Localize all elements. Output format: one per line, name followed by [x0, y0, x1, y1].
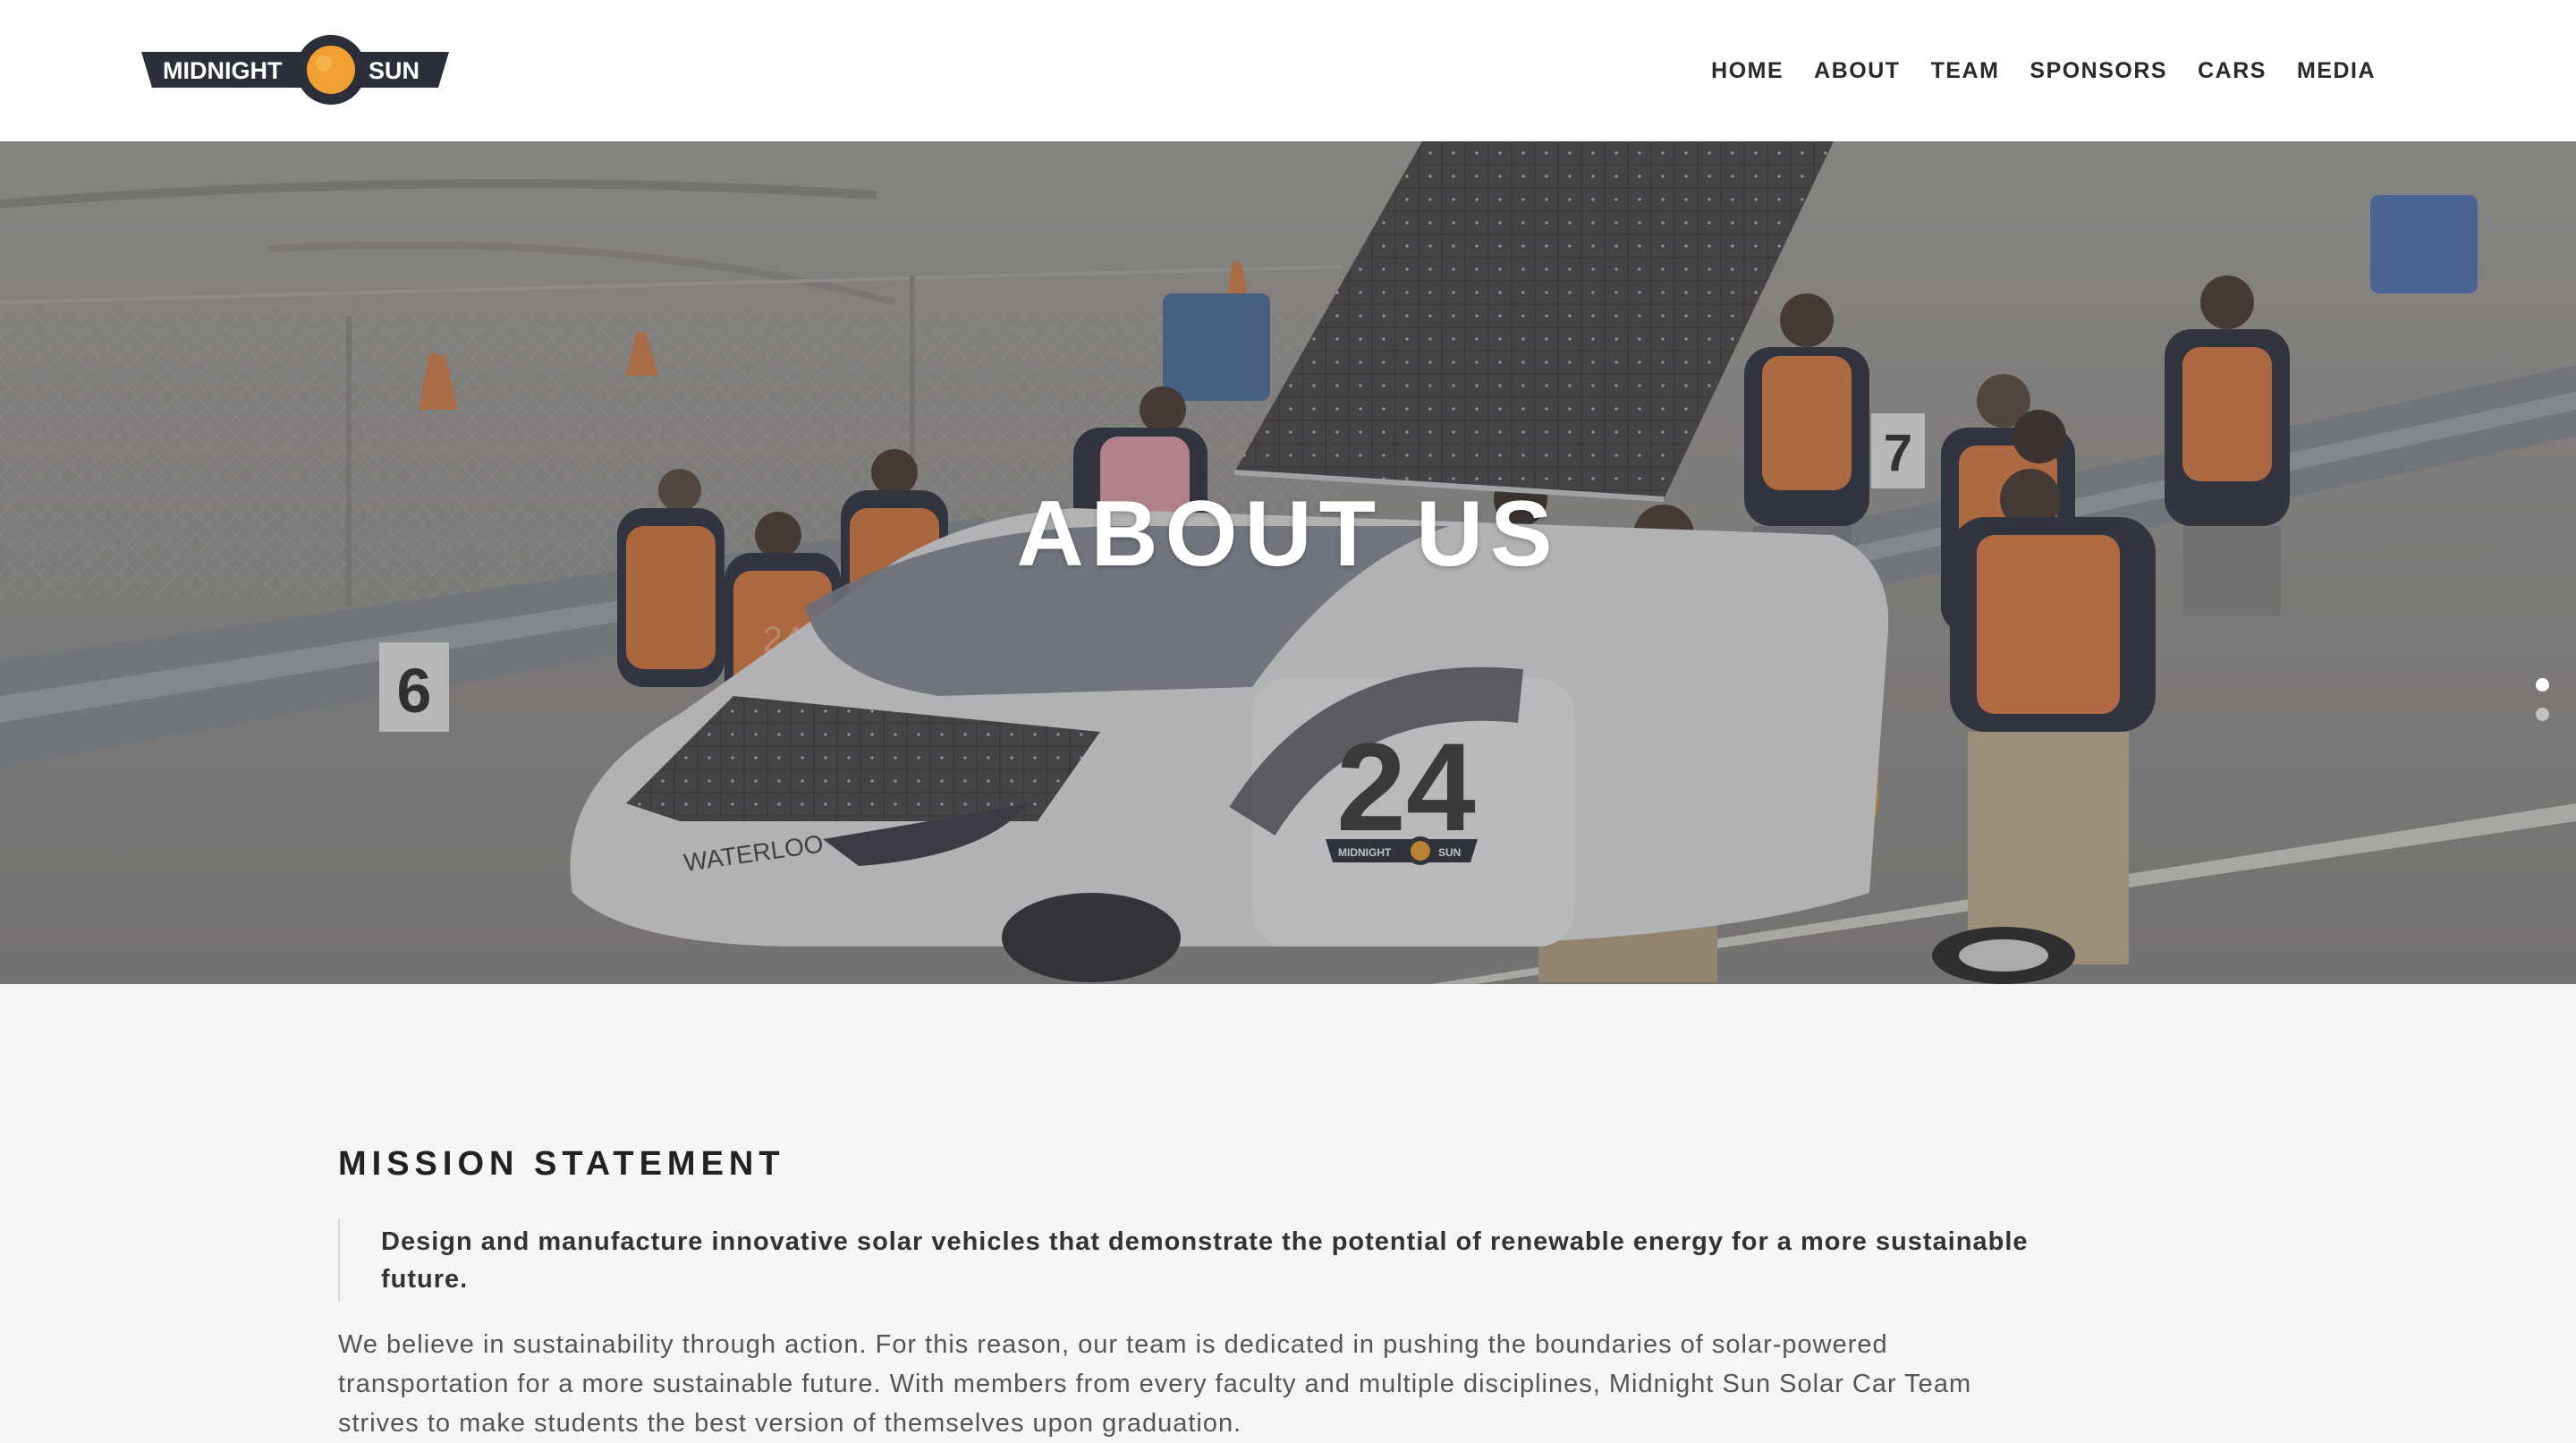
slider-dot-1[interactable]: [2536, 678, 2549, 692]
midnight-sun-logo[interactable]: MIDNIGHT SUN: [141, 34, 449, 106]
hero-title: ABOUT US: [1016, 482, 1560, 586]
slider-dot-2[interactable]: [2536, 708, 2549, 721]
mission-quote: Design and manufacture innovative solar …: [338, 1219, 2055, 1302]
logo-right-text: SUN: [369, 57, 419, 84]
mission-heading: MISSION STATEMENT: [338, 1145, 785, 1183]
site-header: MIDNIGHT SUN HOME ABOUT TEAM SPONSORS CA…: [0, 0, 2576, 141]
main-nav: HOME ABOUT TEAM SPONSORS CARS MEDIA: [1711, 0, 2376, 141]
hero-banner: 6 7 24 24 MIDNIGHT SUN WATERLOO ABOUT US: [0, 141, 2576, 984]
nav-about[interactable]: ABOUT: [1814, 58, 1900, 84]
nav-cars[interactable]: CARS: [2198, 58, 2267, 84]
nav-team[interactable]: TEAM: [1931, 58, 2000, 84]
nav-home[interactable]: HOME: [1711, 58, 1784, 84]
mission-section: MISSION STATEMENT Design and manufacture…: [338, 1145, 2055, 1443]
mission-body-text: We believe in sustainability through act…: [338, 1330, 1972, 1438]
nav-media[interactable]: MEDIA: [2297, 58, 2376, 84]
slider-pagination: [2536, 678, 2549, 721]
nav-sponsors[interactable]: SPONSORS: [2029, 58, 2167, 84]
logo-left-text: MIDNIGHT: [163, 57, 283, 84]
